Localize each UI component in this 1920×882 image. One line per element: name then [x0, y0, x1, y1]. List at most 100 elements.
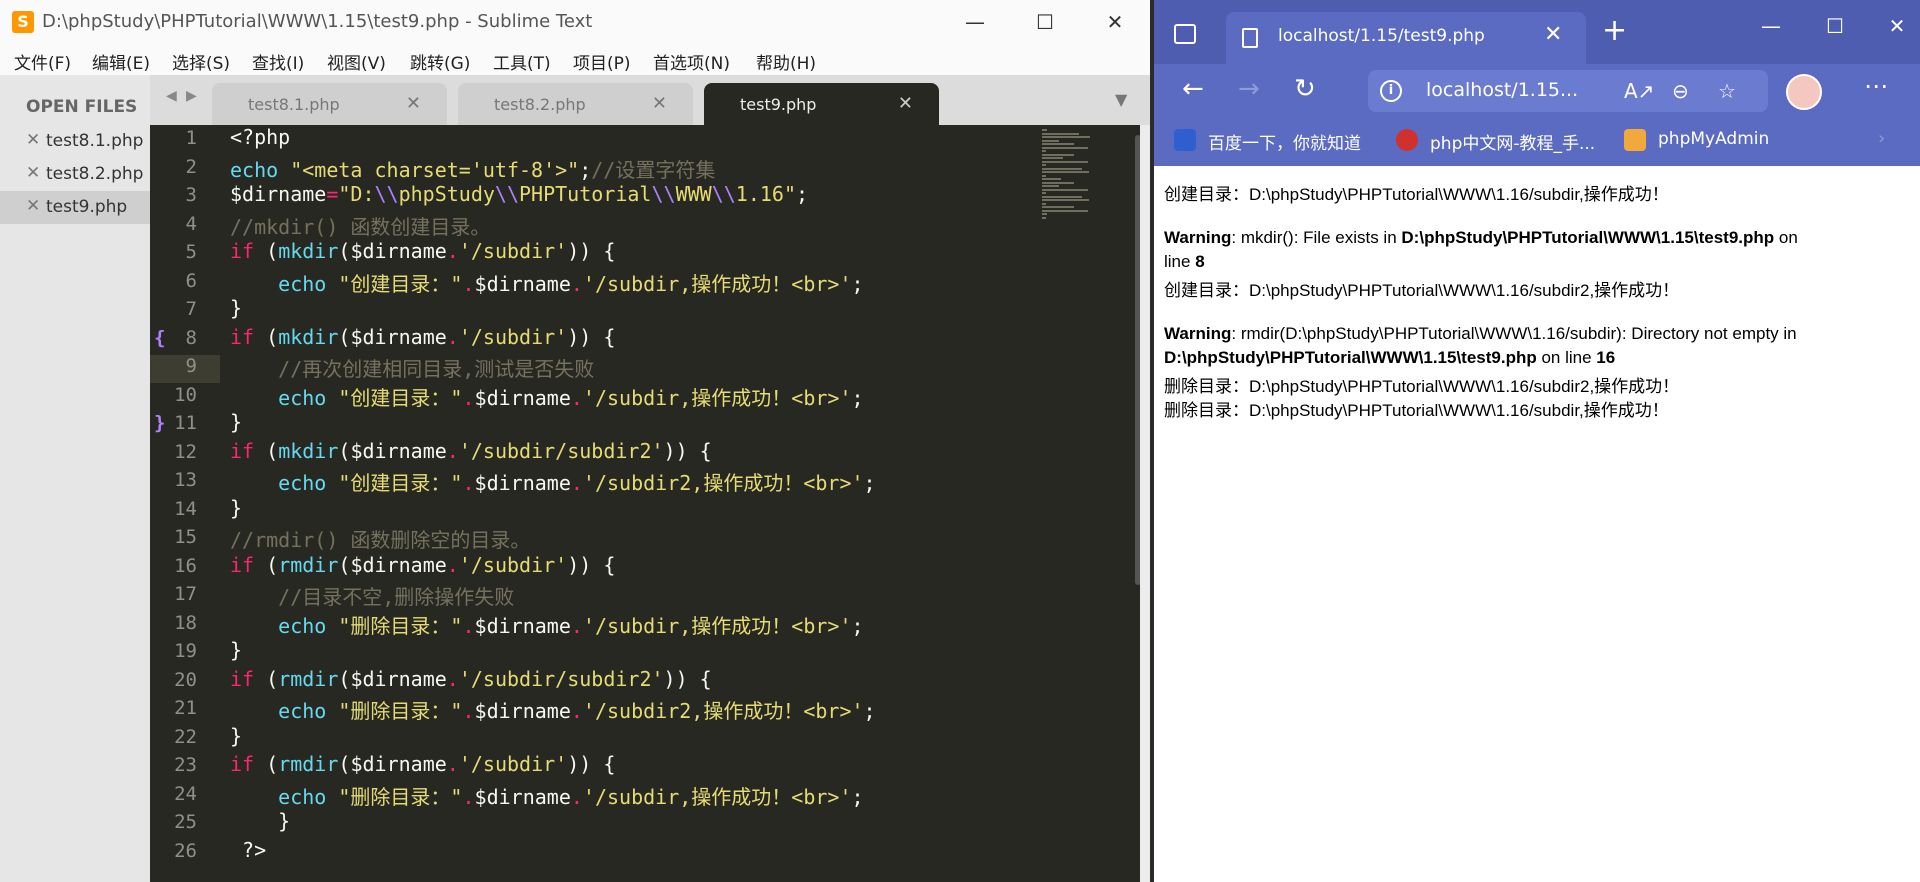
code-line[interactable]: if (rmdir($dirname.'/subdir/subdir2')) { [230, 667, 712, 691]
minimap-line [1042, 171, 1089, 173]
address-bar[interactable]: i localhost/1.15... A↗ ⊖ ☆ [1368, 70, 1768, 112]
tab-scroll-right-icon[interactable]: ▶ [186, 88, 197, 104]
zoom-out-icon[interactable]: ⊖ [1672, 79, 1689, 103]
sidebar-file-test9[interactable]: ✕ test9.php [0, 191, 150, 224]
code-line[interactable]: $dirname="D:\\phpStudy\\PHPTutorial\\WWW… [230, 182, 808, 206]
sidebar-file-label: test9.php [46, 197, 128, 217]
tab-test8-2[interactable]: test8.2.php ✕ [458, 83, 693, 125]
code-line[interactable]: ?> [230, 838, 266, 862]
warning-line-number: 16 [1596, 348, 1616, 367]
menu-selection[interactable]: 选择(S) [172, 49, 230, 74]
code-line[interactable]: echo "创建目录：".$dirname.'/subdir,操作成功！<br>… [230, 268, 863, 297]
tab-close-icon[interactable]: ✕ [1544, 22, 1562, 47]
more-options-icon[interactable]: ⋯ [1864, 72, 1888, 100]
tab-dropdown-icon[interactable]: ▼ [1115, 90, 1127, 109]
code-line[interactable]: //再次创建相同目录,测试是否失败 [230, 353, 594, 382]
line-number: 15 [174, 526, 197, 548]
menu-edit[interactable]: 编辑(E) [92, 49, 150, 74]
warning-line: D:\phpStudy\PHPTutorial\WWW\1.15\test9.p… [1164, 348, 1615, 368]
code-line[interactable]: if (mkdir($dirname.'/subdir/subdir2')) { [230, 439, 712, 463]
tab-close-icon[interactable]: ✕ [898, 93, 913, 114]
browser-close-button[interactable]: ✕ [1874, 14, 1920, 38]
sidebar-file-test8-1[interactable]: ✕ test8.1.php [0, 125, 150, 158]
code-line[interactable]: } [230, 809, 290, 833]
menu-view[interactable]: 视图(V) [327, 49, 386, 74]
code-line[interactable]: echo "删除目录：".$dirname.'/subdir,操作成功！<br>… [230, 781, 863, 810]
minimap-line [1042, 192, 1046, 194]
code-line[interactable]: } [230, 638, 242, 662]
code-line[interactable]: } [230, 296, 242, 320]
tab-scroll-left-icon[interactable]: ◀ [166, 88, 177, 104]
code-line[interactable]: if (mkdir($dirname.'/subdir')) { [230, 239, 615, 263]
menu-find[interactable]: 查找(I) [252, 49, 304, 74]
sidebar: OPEN FILES ✕ test8.1.php ✕ test8.2.php ✕… [0, 75, 150, 882]
line-number: 1 [185, 127, 197, 149]
url-text[interactable]: localhost/1.15... [1426, 79, 1578, 101]
read-aloud-icon[interactable]: A↗ [1624, 79, 1654, 103]
code-line[interactable]: } [230, 496, 242, 520]
line-number: 5 [185, 241, 197, 263]
tab-bar: ◀ ▶ test8.1.php ✕ test8.2.php ✕ test9.ph… [150, 75, 1150, 125]
close-file-icon[interactable]: ✕ [26, 163, 40, 183]
close-file-icon[interactable]: ✕ [26, 130, 40, 150]
browser-minimize-button[interactable]: — [1748, 14, 1794, 38]
code-line[interactable]: echo "创建目录：".$dirname.'/subdir,操作成功！<br>… [230, 382, 863, 411]
line-number: 18 [174, 611, 197, 634]
code-editor[interactable]: 1 2 3 4 5 6 7 8 9 10 11 12 13 14 15 16 17 18 19 20 21 22 23 24 2… [150, 125, 1140, 882]
code-line[interactable]: echo "<meta charset='utf-8'>";//设置字符集 [230, 154, 715, 183]
browser-tab[interactable]: localhost/1.15/test9.php ✕ [1226, 12, 1586, 64]
close-button[interactable]: ✕ [1092, 6, 1138, 38]
minimize-button[interactable]: — [952, 6, 998, 38]
minimap[interactable] [1042, 125, 1102, 225]
line-number: 10 [174, 383, 197, 406]
code-line[interactable]: } [230, 410, 242, 434]
code-line[interactable]: echo "删除目录：".$dirname.'/subdir2,操作成功！<br… [230, 695, 875, 724]
code-line[interactable]: if (rmdir($dirname.'/subdir')) { [230, 752, 615, 776]
code-line[interactable]: if (mkdir($dirname.'/subdir')) { [230, 325, 615, 349]
menu-goto[interactable]: 跳转(G) [410, 49, 470, 74]
sublime-logo-icon: S [12, 11, 34, 33]
site-info-icon[interactable]: i [1380, 80, 1402, 102]
line-number: 19 [174, 640, 197, 662]
minimap-line [1042, 213, 1047, 215]
minimap-line [1042, 167, 1082, 170]
code-line[interactable]: } [230, 724, 242, 748]
warning-message: Warning: mkdir(): File exists in D:\phpS… [1164, 228, 1798, 248]
menu-tools[interactable]: 工具(T) [493, 49, 551, 74]
menu-preferences[interactable]: 首选项(N) [653, 49, 730, 74]
menu-file[interactable]: 文件(F) [14, 49, 71, 74]
tab-test8-1[interactable]: test8.1.php ✕ [212, 83, 447, 125]
vertical-scrollbar[interactable] [1135, 135, 1140, 585]
code-line[interactable]: //目录不空,删除操作失败 [230, 581, 514, 610]
new-tab-icon[interactable]: + [1602, 16, 1627, 46]
minimap-line [1042, 146, 1088, 149]
back-icon[interactable]: ← [1182, 74, 1204, 104]
line-number: 14 [174, 497, 197, 520]
code-line[interactable]: //rmdir() 函数删除空的目录。 [230, 524, 530, 553]
tab-close-icon[interactable]: ✕ [652, 93, 667, 114]
menu-help[interactable]: 帮助(H) [756, 49, 816, 74]
refresh-icon[interactable]: ↻ [1294, 74, 1316, 104]
favorites-more-icon[interactable]: › [1878, 128, 1885, 149]
browser-maximize-button[interactable]: ☐ [1812, 14, 1858, 38]
code-line[interactable]: echo "创建目录：".$dirname.'/subdir2,操作成功！<br… [230, 467, 875, 496]
menu-project[interactable]: 项目(P) [573, 49, 631, 74]
tab-close-icon[interactable]: ✕ [406, 93, 421, 114]
page-content: 创建目录：D:\phpStudy\PHPTutorial\WWW\1.16/su… [1154, 166, 1920, 882]
minimap-line [1042, 150, 1046, 152]
code-line[interactable]: <?php [230, 125, 290, 149]
tab-test9[interactable]: test9.php ✕ [704, 83, 939, 125]
code-line[interactable]: echo "删除目录：".$dirname.'/subdir,操作成功！<br>… [230, 610, 863, 639]
close-file-icon[interactable]: ✕ [26, 196, 40, 216]
add-favorite-icon[interactable]: ☆ [1718, 79, 1736, 103]
code-line[interactable]: //mkdir() 函数创建目录。 [230, 211, 490, 240]
maximize-button[interactable]: ☐ [1022, 6, 1068, 38]
profile-avatar[interactable] [1786, 74, 1822, 110]
favorites-bar: 百度一下，你就知道 php中文网-教程_手... phpMyAdmin › [1154, 116, 1920, 167]
line-number: 6 [185, 269, 197, 292]
code-line[interactable]: if (rmdir($dirname.'/subdir')) { [230, 553, 615, 577]
tab-actions-icon[interactable] [1174, 24, 1196, 44]
tab-label: test8.2.php [494, 95, 586, 114]
sidebar-file-test8-2[interactable]: ✕ test8.2.php [0, 158, 150, 191]
forward-icon[interactable]: → [1238, 74, 1260, 104]
